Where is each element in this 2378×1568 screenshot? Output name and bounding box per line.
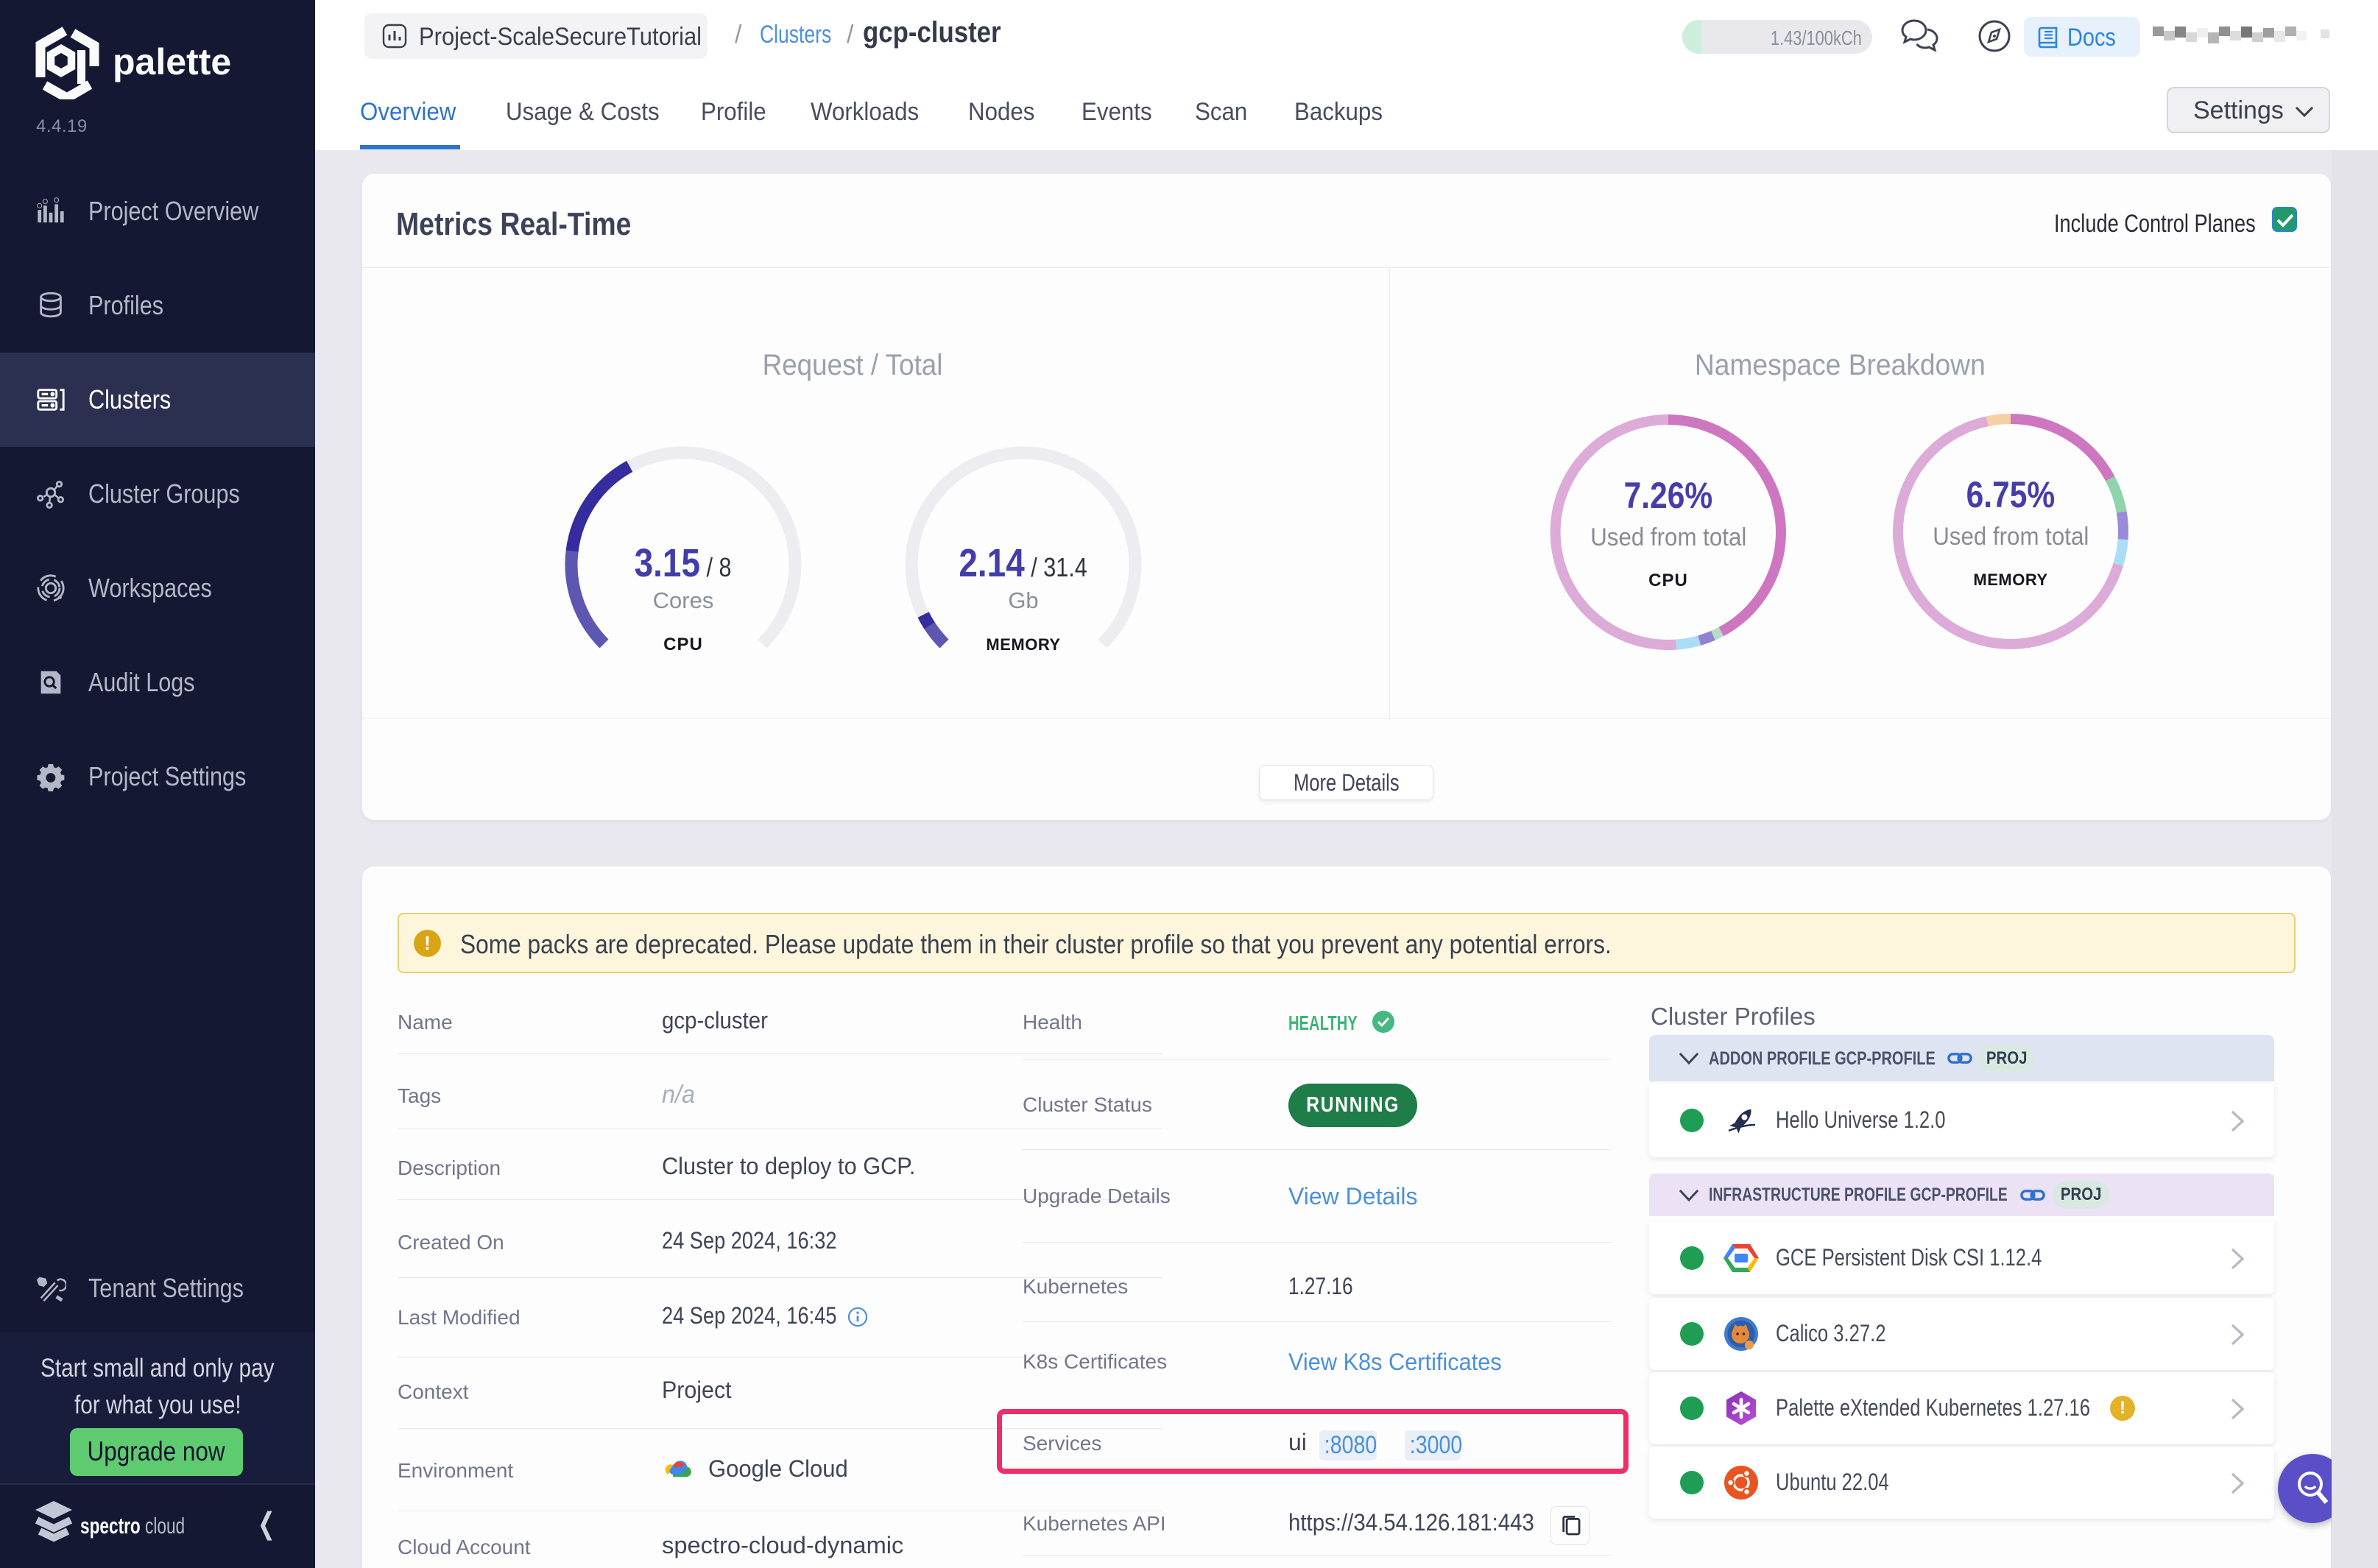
svg-text:CPU: CPU [663, 635, 703, 654]
svg-text:MEMORY: MEMORY [986, 635, 1060, 654]
svg-text:CPU: CPU [1648, 571, 1688, 590]
svg-text:Cores: Cores [653, 587, 714, 613]
svg-text:MEMORY: MEMORY [1973, 571, 2047, 589]
svg-text:Gb: Gb [1008, 587, 1038, 613]
